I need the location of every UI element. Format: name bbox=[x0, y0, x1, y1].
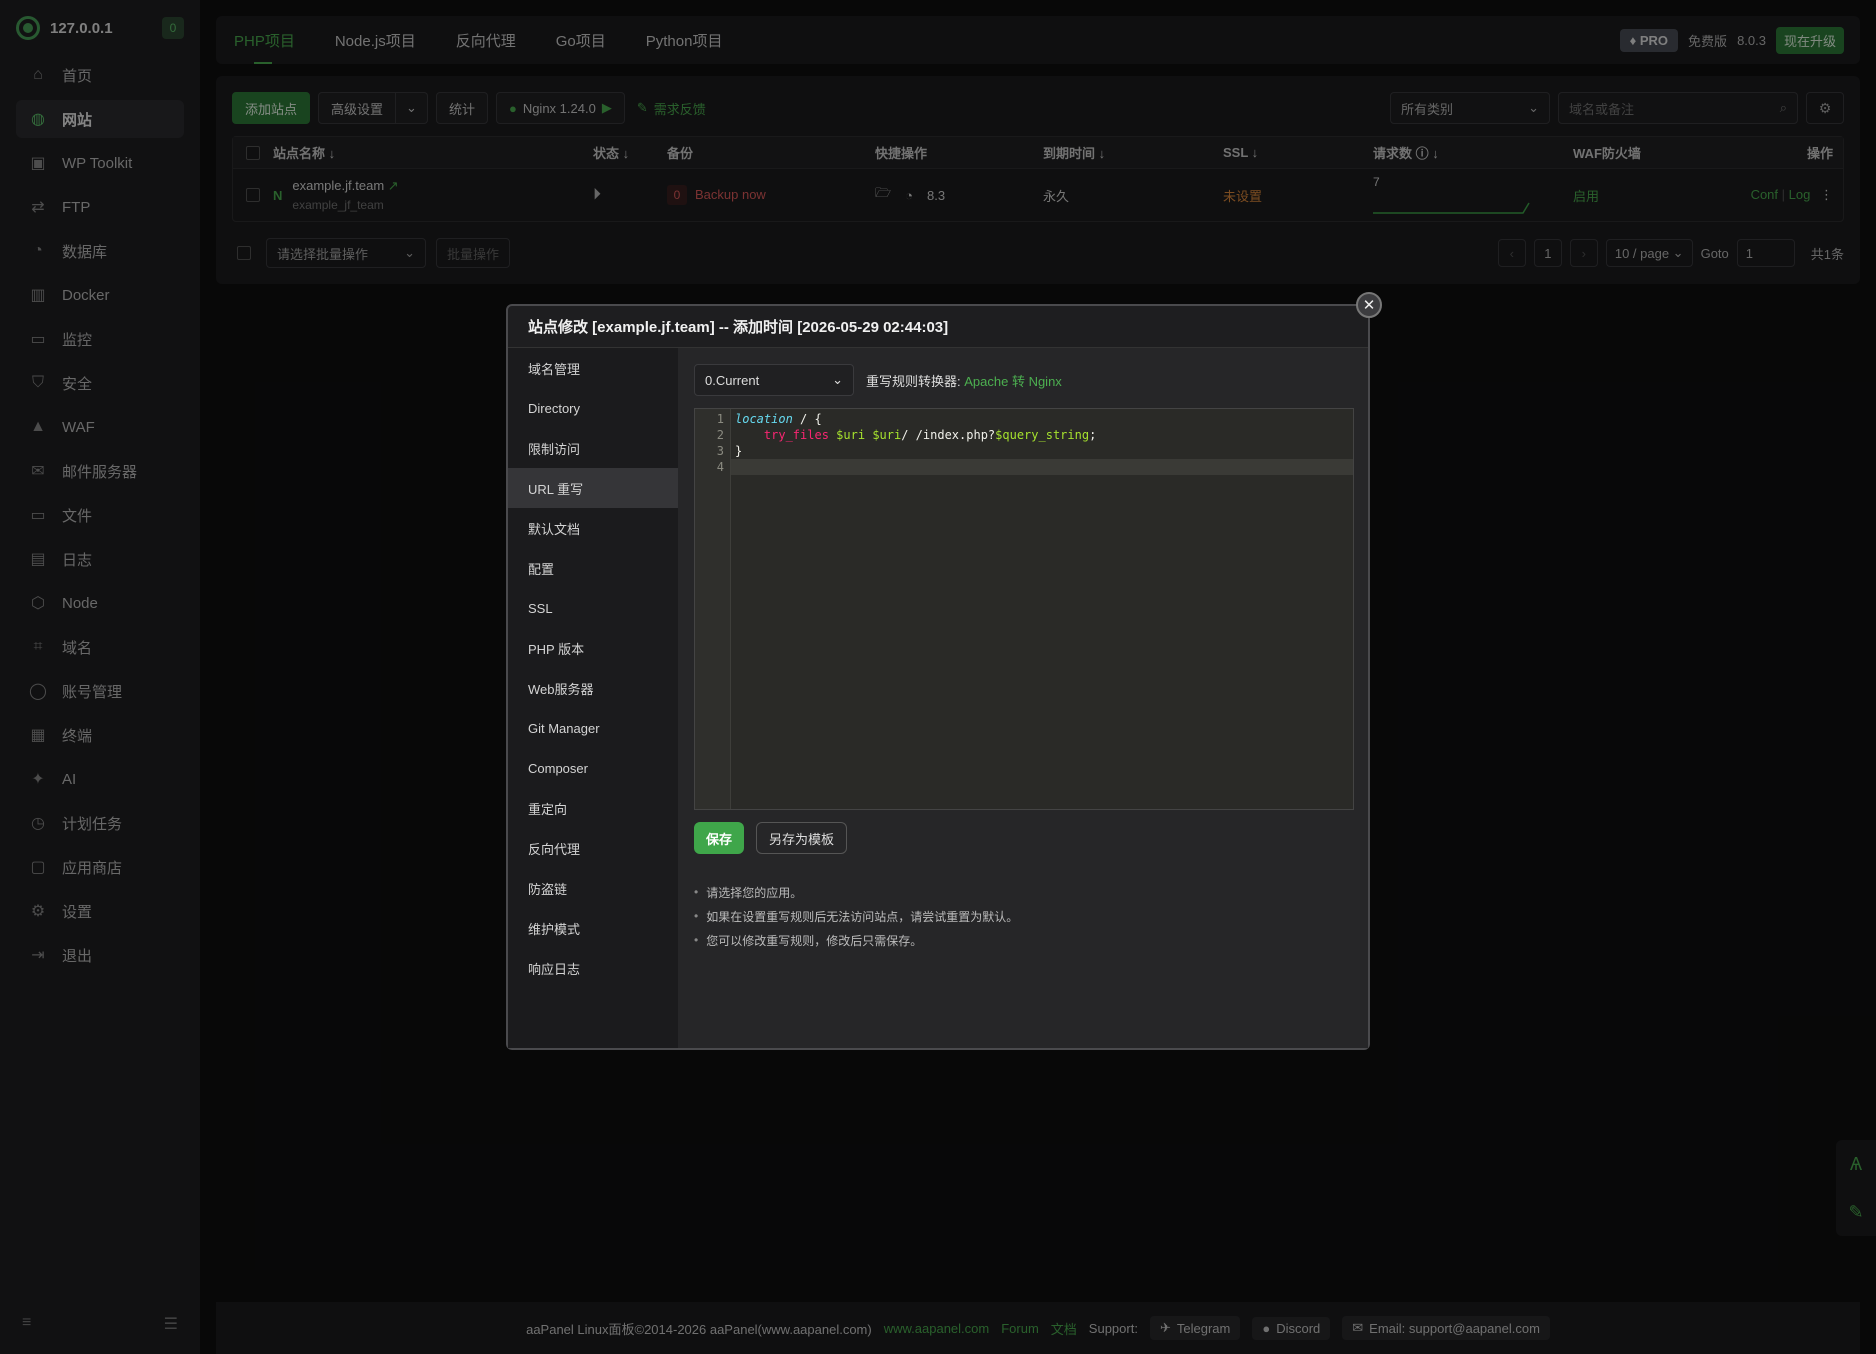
converter-label: 重写规则转换器: bbox=[866, 373, 961, 389]
modal-nav-item-9[interactable]: Git Manager bbox=[508, 708, 678, 748]
chevron-down-icon: ⌄ bbox=[832, 372, 843, 387]
modal-nav-item-2[interactable]: 限制访问 bbox=[508, 428, 678, 468]
modal-nav-item-15[interactable]: 响应日志 bbox=[508, 948, 678, 988]
modal-nav-item-12[interactable]: 反向代理 bbox=[508, 828, 678, 868]
rewrite-tips: 请选择您的应用。 如果在设置重写规则后无法访问站点，请尝试重置为默认。 您可以修… bbox=[694, 880, 1352, 952]
modal-nav-item-7[interactable]: PHP 版本 bbox=[508, 628, 678, 668]
modal-nav-item-5[interactable]: 配置 bbox=[508, 548, 678, 588]
modal-nav: 域名管理 Directory 限制访问 URL 重写 默认文档 配置 SSL PHP 版本 We… bbox=[508, 348, 678, 1048]
modal-nav-item-4[interactable]: 默认文档 bbox=[508, 508, 678, 548]
line-numbers: 1 2 3 4 bbox=[695, 409, 731, 809]
modal-nav-item-14[interactable]: 维护模式 bbox=[508, 908, 678, 948]
modal-title: 站点修改 [example.jf.team] -- 添加时间 [2026-05-… bbox=[508, 306, 1368, 348]
modal-nav-item-3[interactable]: URL 重写 bbox=[508, 468, 678, 508]
modal-nav-item-13[interactable]: 防盗链 bbox=[508, 868, 678, 908]
tip-item: 请选择您的应用。 bbox=[694, 880, 1352, 904]
close-icon[interactable]: ✕ bbox=[1356, 292, 1382, 318]
code-content[interactable]: location / { try_files $uri $uri/ /index… bbox=[731, 409, 1353, 809]
url-rewrite-panel: 0.Current ⌄ 重写规则转换器: Apache 转 Nginx 1 2 3… bbox=[678, 348, 1368, 1048]
save-template-button[interactable]: 另存为模板 bbox=[756, 822, 848, 854]
modal-nav-item-8[interactable]: Web服务器 bbox=[508, 668, 678, 708]
modal-nav-item-10[interactable]: Composer bbox=[508, 748, 678, 788]
modal-nav-item-1[interactable]: Directory bbox=[508, 388, 678, 428]
rewrite-header: 0.Current ⌄ 重写规则转换器: Apache 转 Nginx bbox=[694, 364, 1352, 396]
rewrite-actions: 保存 另存为模板 bbox=[694, 822, 1352, 854]
tip-item: 您可以修改重写规则，修改后只需保存。 bbox=[694, 928, 1352, 952]
save-button[interactable]: 保存 bbox=[694, 822, 745, 854]
modal-nav-item-0[interactable]: 域名管理 bbox=[508, 348, 678, 388]
rewrite-template-select[interactable]: 0.Current ⌄ bbox=[694, 364, 854, 396]
site-edit-modal: 站点修改 [example.jf.team] -- 添加时间 [2026-05-… bbox=[506, 292, 1382, 1050]
modal-nav-item-11[interactable]: 重定向 bbox=[508, 788, 678, 828]
converter: 重写规则转换器: Apache 转 Nginx bbox=[866, 371, 1062, 390]
converter-link[interactable]: Apache 转 Nginx bbox=[964, 374, 1062, 389]
modal-nav-item-6[interactable]: SSL bbox=[508, 588, 678, 628]
code-editor[interactable]: 1 2 3 4 location / { try_files $uri $uri… bbox=[694, 408, 1354, 810]
rewrite-template-value: 0.Current bbox=[705, 372, 760, 388]
tip-item: 如果在设置重写规则后无法访问站点，请尝试重置为默认。 bbox=[694, 904, 1352, 928]
